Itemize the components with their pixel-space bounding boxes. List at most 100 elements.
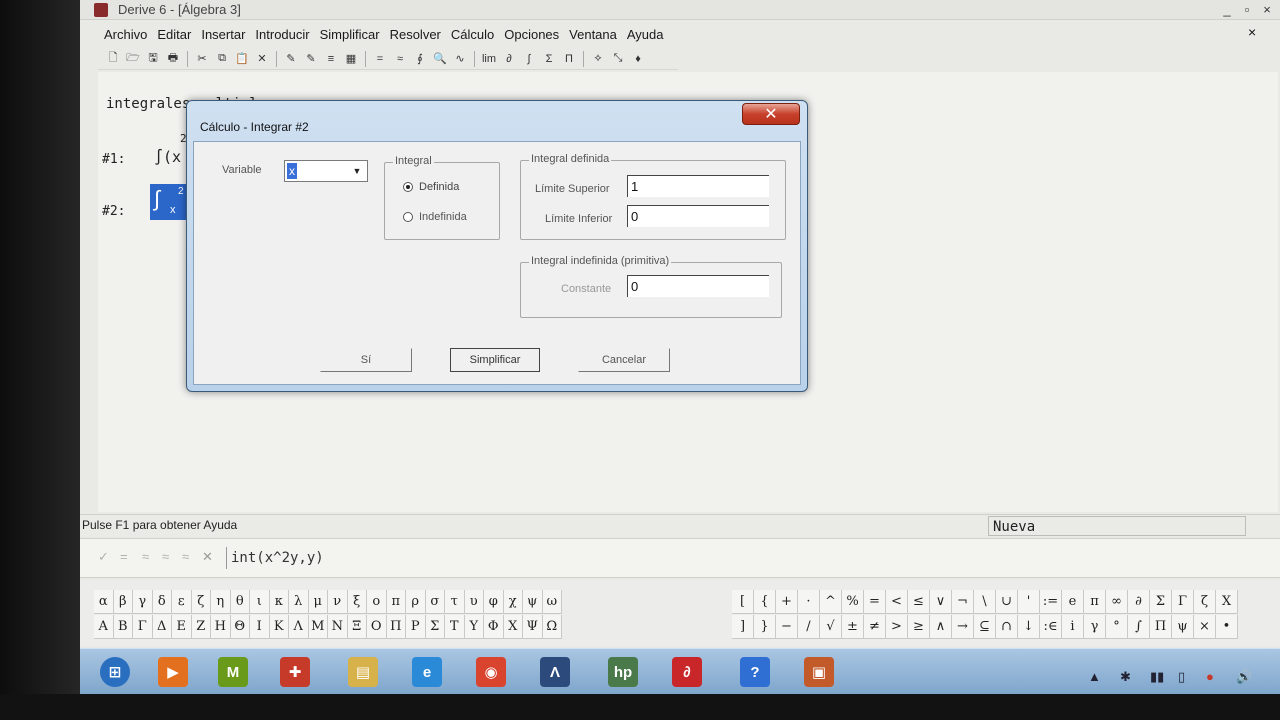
greek-upper-key[interactable]: Τ <box>445 615 465 639</box>
cut-icon[interactable]: ✂ <box>193 50 211 68</box>
greek-lower-key[interactable]: τ <box>445 590 465 614</box>
si-button[interactable]: Sí <box>320 348 412 372</box>
tray-expand-icon[interactable]: ▲ <box>1088 669 1101 684</box>
derivative-icon[interactable]: ∂ <box>500 50 518 68</box>
greek-lower-key[interactable]: κ <box>269 590 289 614</box>
greek-upper-key[interactable]: Θ <box>230 615 250 639</box>
sum-icon[interactable]: Σ <box>540 50 558 68</box>
math-symbol-key[interactable]: ∧ <box>930 615 952 639</box>
greek-lower-key[interactable]: γ <box>133 590 153 614</box>
print-icon[interactable]: 🖶 <box>164 50 182 68</box>
greek-lower-key[interactable]: ε <box>172 590 192 614</box>
math-symbol-key[interactable]: ψ <box>1172 615 1194 639</box>
edit-icon[interactable]: ✎ <box>282 50 300 68</box>
greek-lower-key[interactable]: π <box>386 590 406 614</box>
greek-lower-key[interactable]: ν <box>328 590 348 614</box>
math-symbol-key[interactable]: ∞ <box>1106 590 1128 614</box>
greek-lower-key[interactable]: μ <box>308 590 328 614</box>
greek-upper-key[interactable]: Ξ <box>347 615 367 639</box>
menu-simplificar[interactable]: Simplificar <box>320 27 380 42</box>
greek-upper-key[interactable]: Φ <box>484 615 504 639</box>
math-symbol-key[interactable]: ' <box>1018 590 1040 614</box>
constant-input[interactable] <box>627 275 769 297</box>
greek-upper-key[interactable]: Ν <box>328 615 348 639</box>
copy-icon[interactable]: ⧉ <box>213 50 231 68</box>
limit-icon[interactable]: lim <box>480 50 498 68</box>
math-symbol-key[interactable]: + <box>776 590 798 614</box>
greek-upper-key[interactable]: Α <box>94 615 114 639</box>
integral-tool-icon[interactable]: ∮ <box>411 50 429 68</box>
network-icon[interactable]: ▮▮ <box>1150 669 1164 685</box>
greek-lower-key[interactable]: ο <box>367 590 387 614</box>
greek-upper-key[interactable]: Υ <box>464 615 484 639</box>
math-symbol-key[interactable]: ] <box>732 615 754 639</box>
greek-upper-key[interactable]: Ψ <box>523 615 543 639</box>
math-symbol-key[interactable]: √ <box>820 615 842 639</box>
product-icon[interactable]: Π <box>560 50 578 68</box>
cancel-icon[interactable]: ✕ <box>202 549 213 565</box>
greek-lower-key[interactable]: ω <box>542 590 562 614</box>
math-symbol-key[interactable]: e <box>1062 590 1084 614</box>
greek-upper-key[interactable]: Κ <box>269 615 289 639</box>
menu-resolver[interactable]: Resolver <box>390 27 441 42</box>
greek-upper-key[interactable]: Μ <box>308 615 328 639</box>
taskbar-app-red[interactable]: ✚ <box>266 653 324 691</box>
math-symbol-key[interactable]: • <box>1216 615 1238 639</box>
taskbar-acrobat[interactable]: ∂ <box>658 653 716 691</box>
minimize-button[interactable]: _ <box>1218 2 1236 17</box>
math-symbol-key[interactable]: / <box>798 615 820 639</box>
taskbar-media-player[interactable]: ▶ <box>144 653 202 691</box>
greek-lower-key[interactable]: ψ <box>523 590 543 614</box>
plot2d-icon[interactable]: ⟡ <box>589 50 607 68</box>
math-symbol-key[interactable]: → <box>952 615 974 639</box>
equals-icon[interactable]: = <box>120 549 128 564</box>
text-icon[interactable]: ≡ <box>322 50 340 68</box>
radio-definida[interactable]: Definida <box>403 181 459 193</box>
math-symbol-key[interactable]: × <box>1194 615 1216 639</box>
upper-limit-input[interactable] <box>627 175 769 197</box>
open-icon[interactable]: 🗁 <box>124 50 142 68</box>
menu-ventana[interactable]: Ventana <box>569 27 617 42</box>
taskbar-windows-start[interactable]: ⊞ <box>86 653 144 691</box>
paste-icon[interactable]: 📋 <box>233 50 251 68</box>
new-icon[interactable]: 🗋 <box>104 50 122 68</box>
chevron-down-icon[interactable]: ▼ <box>349 163 365 179</box>
greek-lower-key[interactable]: φ <box>484 590 504 614</box>
integral-icon[interactable]: ∫ <box>520 50 538 68</box>
delete-icon[interactable]: ✕ <box>253 50 271 68</box>
math-symbol-key[interactable]: ↓ <box>1018 615 1040 639</box>
maximize-button[interactable]: ▫ <box>1238 2 1256 17</box>
greek-lower-key[interactable]: χ <box>503 590 523 614</box>
math-symbol-key[interactable]: ∂ <box>1128 590 1150 614</box>
menu-introducir[interactable]: Introducir <box>255 27 309 42</box>
math-symbol-key[interactable]: [ <box>732 590 754 614</box>
greek-upper-key[interactable]: Γ <box>133 615 153 639</box>
math-symbol-key[interactable]: ± <box>842 615 864 639</box>
greek-lower-key[interactable]: β <box>113 590 133 614</box>
greek-upper-key[interactable]: Ω <box>542 615 562 639</box>
greek-upper-key[interactable]: Β <box>113 615 133 639</box>
save-icon[interactable]: 🖫 <box>144 50 162 68</box>
math-symbol-key[interactable]: Γ <box>1172 590 1194 614</box>
greek-lower-key[interactable]: υ <box>464 590 484 614</box>
dialog-close-button[interactable]: ✕ <box>742 103 800 125</box>
greek-lower-key[interactable]: ξ <box>347 590 367 614</box>
volume-icon[interactable]: 🔊 <box>1236 669 1252 685</box>
greek-upper-key[interactable]: Π <box>386 615 406 639</box>
greek-upper-key[interactable]: Χ <box>503 615 523 639</box>
math-symbol-key[interactable]: X <box>1216 590 1238 614</box>
math-symbol-key[interactable]: = <box>864 590 886 614</box>
greek-upper-key[interactable]: Ο <box>367 615 387 639</box>
math-symbol-key[interactable]: ζ <box>1194 590 1216 614</box>
taskbar-hp[interactable]: hp <box>594 653 652 691</box>
approx-icon-3[interactable]: ≈ <box>182 549 189 564</box>
math-symbol-key[interactable]: Π <box>1150 615 1172 639</box>
greek-lower-key[interactable]: α <box>94 590 114 614</box>
greek-lower-key[interactable]: ι <box>250 590 270 614</box>
lower-limit-input[interactable] <box>627 205 769 227</box>
menu-ayuda[interactable]: Ayuda <box>627 27 664 42</box>
math-symbol-key[interactable]: ∨ <box>930 590 952 614</box>
math-symbol-key[interactable]: ∩ <box>996 615 1018 639</box>
math-symbol-key[interactable]: ∫ <box>1128 615 1150 639</box>
zoom-icon[interactable]: 🔍 <box>431 50 449 68</box>
